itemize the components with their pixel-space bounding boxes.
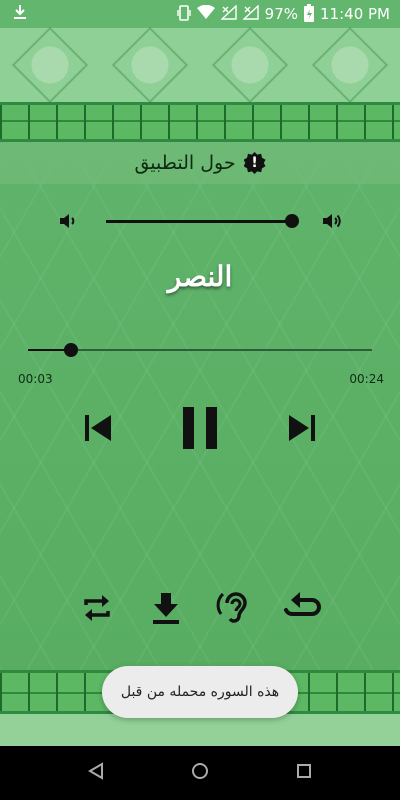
about-app-label: حول التطبيق — [134, 152, 236, 174]
volume-slider-thumb[interactable] — [285, 214, 300, 228]
total-time: 00:24 — [349, 372, 384, 386]
repeat-button[interactable] — [77, 590, 117, 630]
volume-slider-track[interactable] — [106, 220, 294, 223]
back-button[interactable] — [84, 761, 108, 785]
signal-x-icon — [241, 4, 259, 23]
home-icon — [191, 762, 209, 784]
seek-bar-track[interactable] — [28, 349, 372, 351]
seek-bar-thumb[interactable] — [64, 343, 78, 357]
pause-button[interactable] — [176, 404, 224, 456]
clock: 11:40 PM — [320, 4, 390, 23]
player-panel: ! حول التطبيق النصر 00:03 00:24 — [0, 142, 400, 670]
navigation-bar — [0, 746, 400, 800]
ornament-header — [0, 26, 400, 104]
battery-percent: 97% — [264, 4, 299, 23]
download-notification-icon — [12, 4, 28, 24]
vibrate-icon — [176, 4, 191, 24]
ornament-footer — [0, 714, 400, 746]
signal-x-icon — [219, 4, 237, 23]
repeat-icon — [80, 591, 114, 629]
toast-message: هذه السوره محمله من قبل — [102, 666, 298, 718]
pause-icon — [180, 405, 220, 455]
wifi-icon — [196, 4, 215, 23]
ornament-band-top — [0, 102, 400, 142]
skip-next-icon — [285, 413, 319, 447]
hearing-icon — [216, 589, 252, 631]
status-bar: 97% 11:40 PM — [0, 0, 400, 28]
download-button[interactable] — [146, 590, 186, 630]
listen-button[interactable] — [214, 590, 254, 630]
battery-charging-icon — [304, 3, 315, 25]
next-button[interactable] — [282, 410, 322, 450]
home-button[interactable] — [188, 761, 212, 785]
previous-button[interactable] — [78, 410, 118, 450]
about-app-button[interactable]: ! حول التطبيق — [0, 142, 400, 184]
surah-title: النصر — [167, 260, 233, 293]
info-badge-icon: ! — [243, 152, 266, 174]
skip-previous-icon — [81, 413, 115, 447]
replay-button[interactable] — [282, 590, 322, 630]
back-icon — [88, 762, 104, 784]
volume-down-icon[interactable] — [56, 209, 80, 233]
volume-control — [0, 206, 400, 236]
current-time: 00:03 — [18, 372, 53, 386]
recents-button[interactable] — [292, 761, 316, 785]
replay-icon — [282, 591, 322, 629]
recents-icon — [296, 763, 312, 783]
volume-up-icon[interactable] — [320, 209, 344, 233]
download-icon — [150, 591, 182, 629]
